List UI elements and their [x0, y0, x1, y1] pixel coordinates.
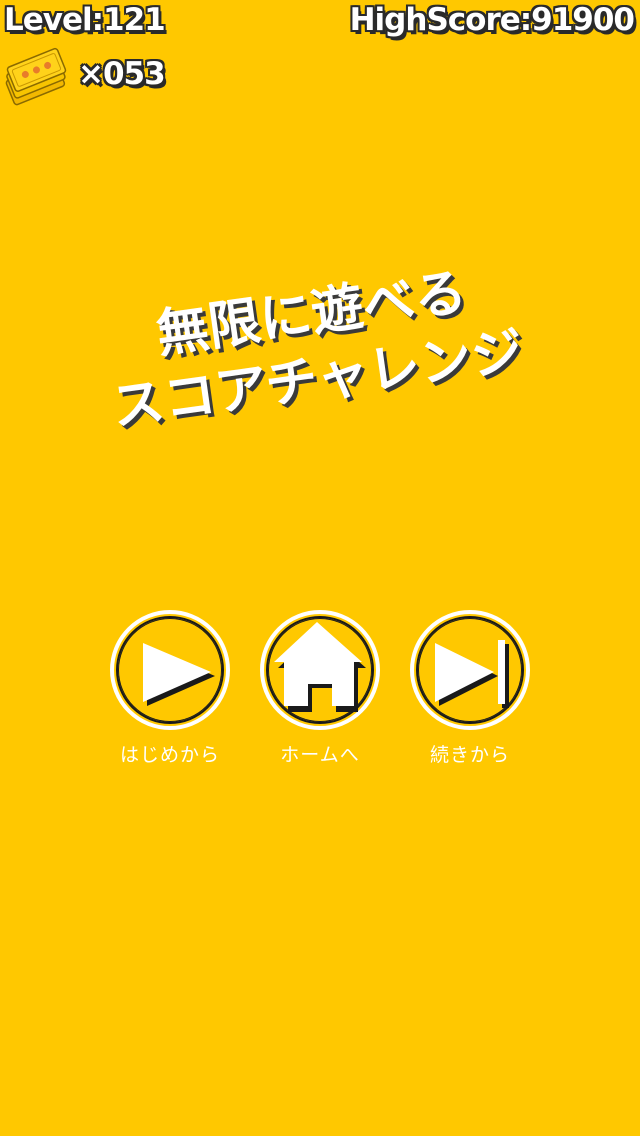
- skip-next-icon: [435, 640, 509, 708]
- start-button[interactable]: [110, 610, 230, 730]
- continue-button-label[interactable]: 続きから: [390, 740, 550, 767]
- headline: 無限に遊べる スコアチャレンジ: [0, 236, 640, 456]
- home-button[interactable]: [260, 610, 380, 730]
- play-icon: [143, 643, 215, 706]
- highscore-display: HighScore:91900: [349, 2, 635, 38]
- start-button-label[interactable]: はじめから: [90, 740, 250, 767]
- level-display: Level:121: [4, 2, 166, 38]
- home-icon: [274, 622, 366, 712]
- home-button-label[interactable]: ホームへ: [240, 740, 400, 767]
- continue-button[interactable]: [410, 610, 530, 730]
- ticket-stack-icon: [0, 44, 70, 110]
- ticket-count: ×053: [78, 56, 166, 92]
